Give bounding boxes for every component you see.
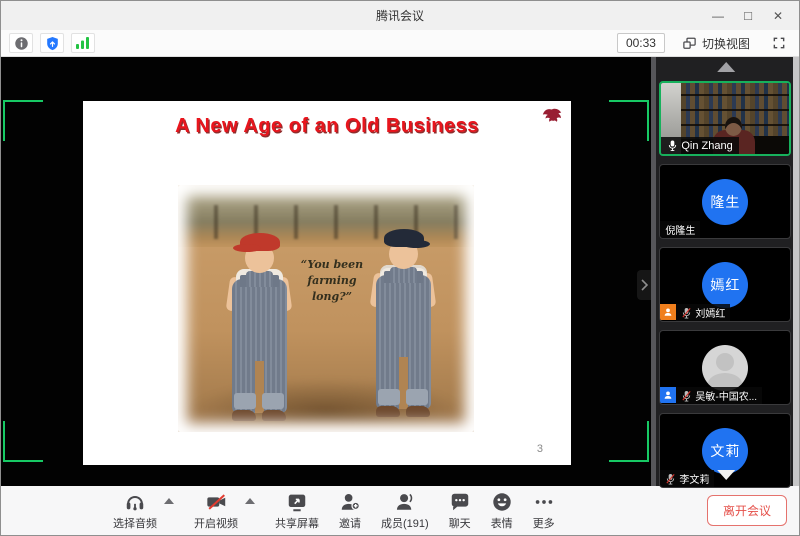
meeting-info-button[interactable] <box>9 33 33 53</box>
signal-bars-icon <box>75 36 91 50</box>
status-icons <box>9 33 95 53</box>
participant-name: 刘嫣红 <box>695 305 725 320</box>
maximize-button[interactable]: □ <box>733 1 763 30</box>
minimize-button[interactable]: — <box>703 1 733 30</box>
chat-button[interactable]: 聊天 <box>449 491 471 531</box>
invite-label: 邀请 <box>339 515 361 531</box>
participant-tile-liu-yanhong[interactable]: 嫣红 刘嫣红 <box>659 247 791 322</box>
more-ellipsis-icon <box>533 491 555 513</box>
presentation-slide: A New Age of an Old Business <box>83 101 571 465</box>
participant-name: 吴敏-中国农... <box>695 388 757 403</box>
active-frame-corner-bl <box>3 421 43 462</box>
shield-arrow-icon <box>45 36 60 51</box>
window-controls: — □ ✕ <box>703 1 793 30</box>
share-screen-button[interactable]: 共享屏幕 <box>275 491 319 531</box>
active-frame-corner-tl <box>3 100 43 141</box>
switch-view-button[interactable]: 切换视图 <box>675 32 757 55</box>
mic-muted-icon <box>665 473 676 485</box>
participant-name: 倪隆生 <box>665 222 695 237</box>
avatar: 隆生 <box>702 179 748 225</box>
participant-tile-longsheng[interactable]: 隆生 倪隆生 <box>659 164 791 239</box>
red-cap <box>240 233 280 251</box>
meeting-content: A New Age of an Old Business <box>1 57 799 486</box>
participants-sidebar: Qin Zhang 隆生 倪隆生 嫣红 <box>651 57 799 486</box>
active-frame-corner-tr <box>609 100 649 141</box>
emoji-button[interactable]: 表情 <box>491 491 513 531</box>
participant-name: Qin Zhang <box>681 140 732 152</box>
avatar: 嫣红 <box>702 262 748 308</box>
chat-bubble-icon <box>449 491 471 513</box>
title-bar: 腾讯会议 — □ ✕ <box>1 1 799 30</box>
window-title: 腾讯会议 <box>376 7 424 24</box>
more-button[interactable]: 更多 <box>533 491 555 531</box>
chevron-right-icon <box>640 279 648 291</box>
start-video-button[interactable]: 开启视频 <box>194 491 238 531</box>
sidebar-collapse-tab[interactable] <box>637 270 651 300</box>
emoji-smiley-icon <box>491 491 513 513</box>
role-badge-icon <box>660 387 676 403</box>
fullscreen-icon <box>772 36 786 50</box>
video-options-caret[interactable] <box>245 498 255 504</box>
share-screen-icon <box>286 491 308 513</box>
app-window: 腾讯会议 — □ ✕ <box>0 0 800 536</box>
audio-options-caret[interactable] <box>164 498 174 504</box>
avatar: 文莉 <box>702 428 748 474</box>
mic-muted-icon <box>681 390 692 402</box>
mic-muted-icon <box>681 307 692 319</box>
slide-title: A New Age of an Old Business <box>83 115 571 138</box>
mic-on-icon <box>667 139 678 152</box>
participant-tile-qin-zhang[interactable]: Qin Zhang <box>659 81 791 156</box>
close-button[interactable]: ✕ <box>763 1 793 30</box>
role-badge-icon <box>660 304 676 320</box>
participant-tiles: Qin Zhang 隆生 倪隆生 嫣红 <box>659 81 791 496</box>
photo-caption: “You been farming long?” <box>286 257 378 305</box>
switch-view-label: 切换视图 <box>702 35 750 52</box>
camera-off-icon <box>205 491 228 513</box>
leave-meeting-button[interactable]: 离开会议 <box>707 495 787 526</box>
scroll-down-icon[interactable] <box>717 470 735 480</box>
start-video-label: 开启视频 <box>194 515 238 531</box>
meeting-timer: 00:33 <box>617 33 665 53</box>
participant-tile-wu-min[interactable]: 吴敏-中国农... <box>659 330 791 405</box>
network-quality-button[interactable] <box>71 33 95 53</box>
chat-label: 聊天 <box>449 515 471 531</box>
share-screen-label: 共享屏幕 <box>275 515 319 531</box>
participant-name: 李文莉 <box>679 471 709 486</box>
slide-photo: “You been farming long?” <box>178 185 474 432</box>
slide-page-number: 3 <box>537 443 543 455</box>
active-frame-corner-br <box>609 421 649 462</box>
select-audio-label: 选择音频 <box>113 515 157 531</box>
fullscreen-button[interactable] <box>767 33 791 53</box>
members-icon <box>394 491 416 513</box>
invite-button[interactable]: 邀请 <box>339 491 361 531</box>
shared-screen-stage: A New Age of an Old Business <box>1 57 651 486</box>
info-icon <box>14 36 29 51</box>
silhouette-avatar-icon <box>702 345 748 391</box>
members-button[interactable]: 成员(191) <box>381 491 429 531</box>
emoji-label: 表情 <box>491 515 513 531</box>
navy-cap <box>384 229 424 247</box>
switch-view-icon <box>682 36 697 51</box>
members-label: 成员(191) <box>381 515 429 531</box>
sidebar-scrollbar[interactable] <box>793 57 799 486</box>
info-bar: 00:33 切换视图 <box>1 30 799 57</box>
invite-person-icon <box>339 491 361 513</box>
select-audio-button[interactable]: 选择音频 <box>113 491 157 531</box>
headset-icon <box>124 491 146 513</box>
wsu-cougar-logo-icon <box>541 106 563 130</box>
more-label: 更多 <box>533 515 555 531</box>
security-upload-button[interactable] <box>40 33 64 53</box>
scroll-up-icon[interactable] <box>717 62 735 72</box>
